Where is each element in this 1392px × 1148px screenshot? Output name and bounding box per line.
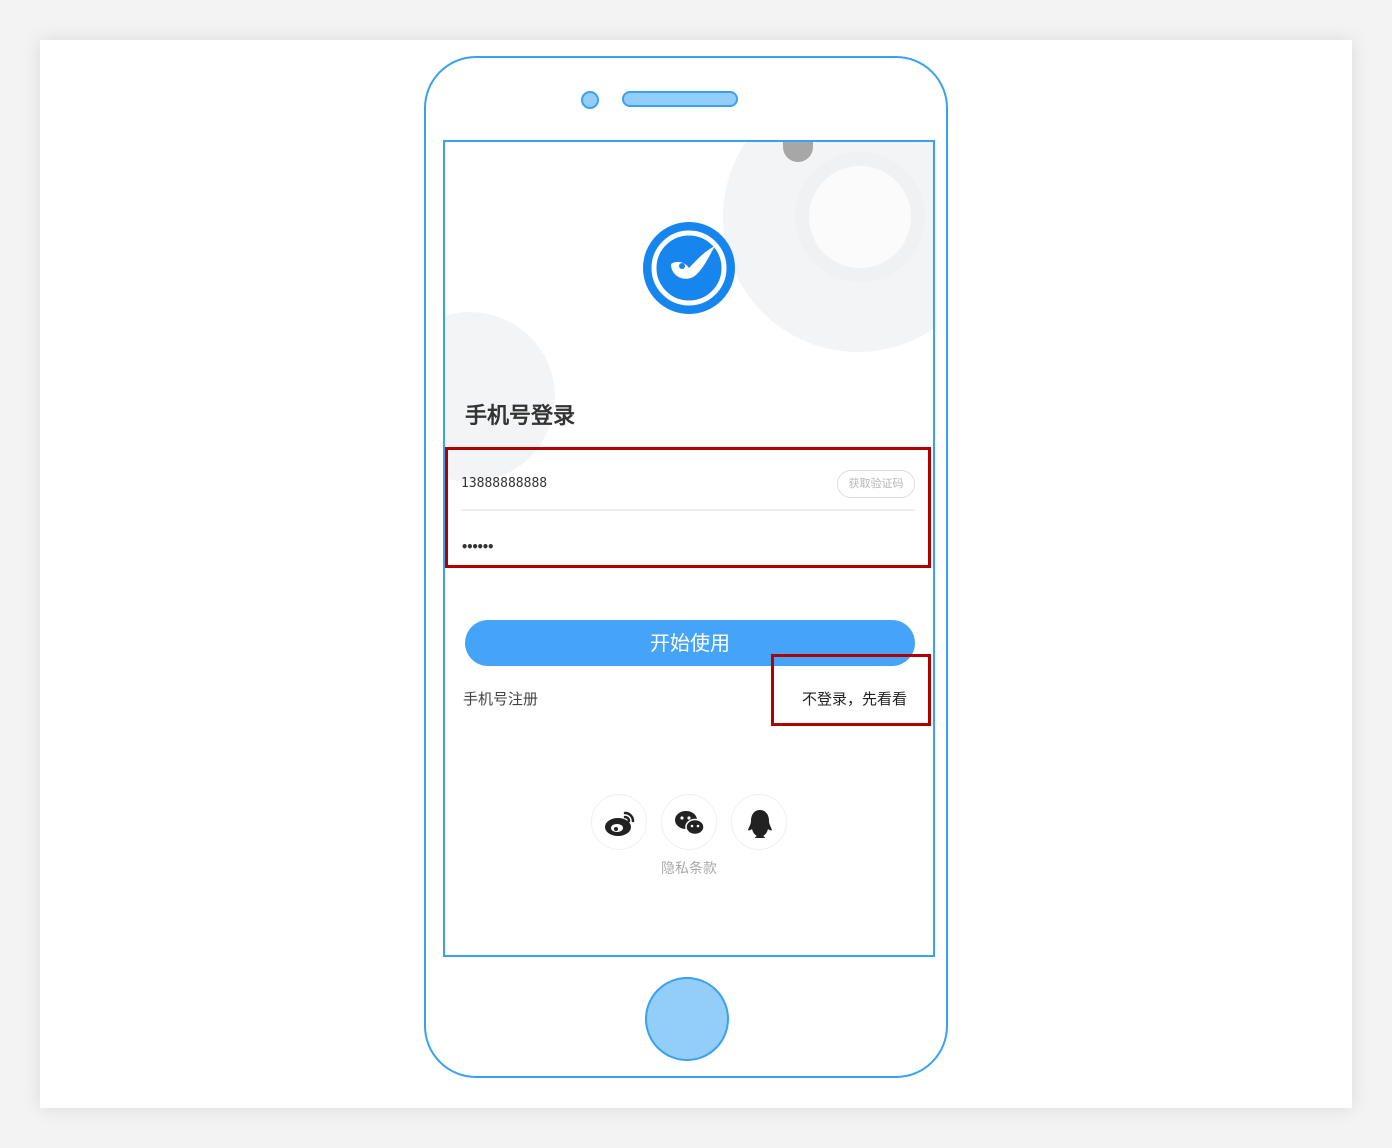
app-logo xyxy=(643,222,735,314)
phone-speaker xyxy=(622,91,738,107)
qq-login-button[interactable] xyxy=(731,794,787,850)
background-ring xyxy=(795,152,925,282)
register-link[interactable]: 手机号注册 xyxy=(463,688,538,709)
qq-icon xyxy=(748,810,772,838)
phone-camera xyxy=(581,91,599,109)
highlight-box-skip-login xyxy=(771,654,931,726)
highlight-box-inputs xyxy=(445,447,931,568)
weibo-login-button[interactable] xyxy=(591,794,647,850)
privacy-link[interactable]: 隐私条款 xyxy=(445,858,933,878)
wechat-icon xyxy=(675,811,705,836)
weibo-icon xyxy=(605,811,635,836)
wechat-login-button[interactable] xyxy=(661,794,717,850)
home-button[interactable] xyxy=(645,977,729,1061)
page-title: 手机号登录 xyxy=(465,404,576,429)
